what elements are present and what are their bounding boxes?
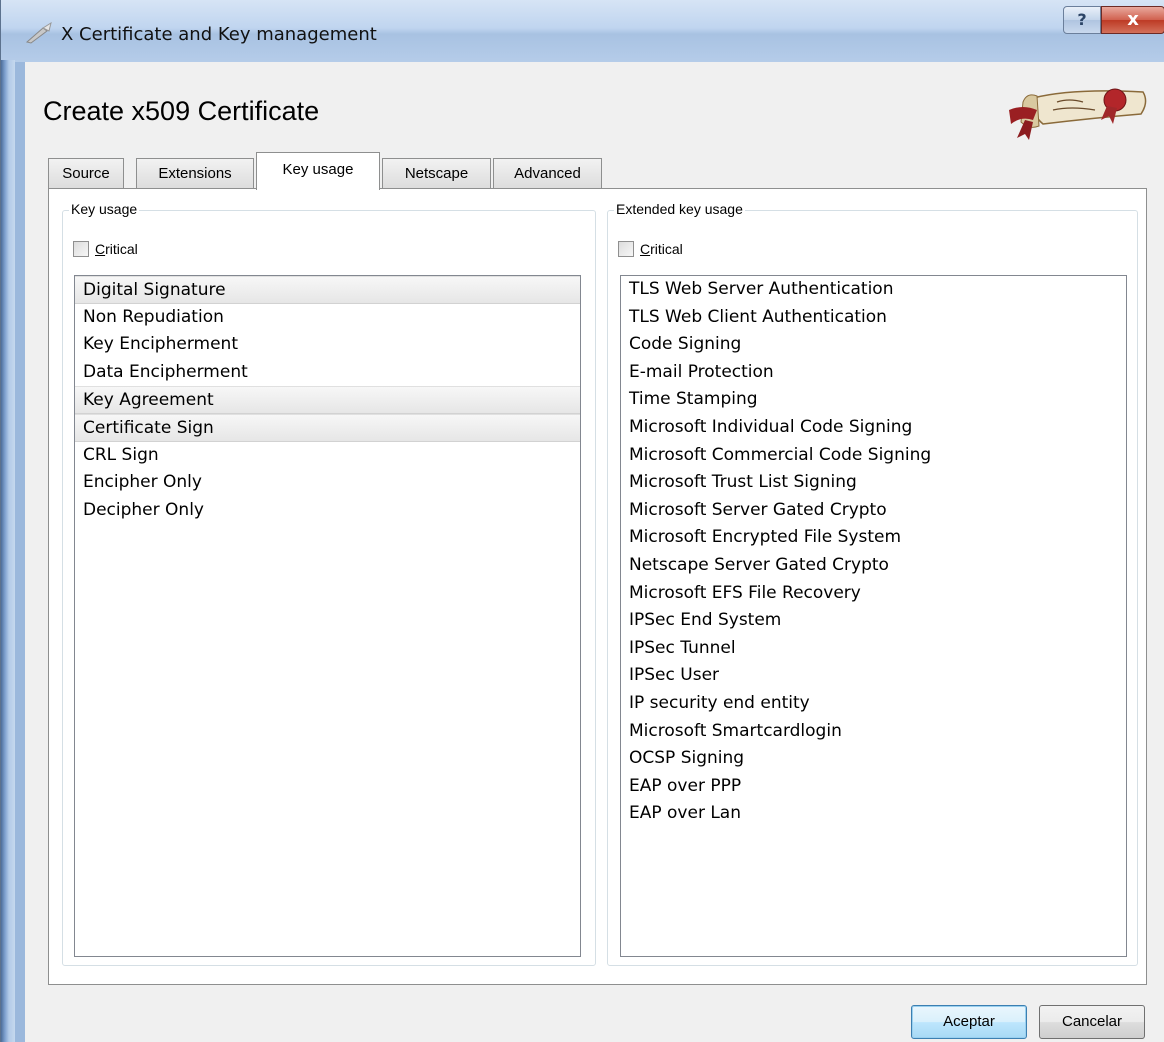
extended-key-usage-critical-label: Critical <box>640 241 683 257</box>
list-item[interactable]: IPSec User <box>621 662 1126 690</box>
list-item[interactable]: TLS Web Server Authentication <box>621 276 1126 304</box>
list-item[interactable]: Microsoft Commercial Code Signing <box>621 442 1126 470</box>
list-item[interactable]: Certificate Sign <box>75 413 580 442</box>
accept-button[interactable]: Aceptar <box>911 1005 1027 1039</box>
cancel-button[interactable]: Cancelar <box>1039 1005 1145 1039</box>
tab-key-usage[interactable]: Key usage <box>256 152 380 190</box>
pen-icon <box>25 22 52 44</box>
list-item[interactable]: Key Agreement <box>75 386 580 414</box>
list-item[interactable]: Microsoft Individual Code Signing <box>621 414 1126 442</box>
extended-key-usage-list[interactable]: TLS Web Server Authentication TLS Web Cli… <box>620 275 1127 957</box>
checkbox-icon[interactable] <box>73 241 89 257</box>
list-item[interactable]: EAP over Lan <box>621 800 1126 828</box>
list-item[interactable]: E-mail Protection <box>621 359 1126 387</box>
certificate-seal-logo <box>1009 88 1147 140</box>
window-title: X Certificate and Key management <box>61 24 377 45</box>
list-item[interactable]: Microsoft Encrypted File System <box>621 524 1126 552</box>
list-item[interactable]: Time Stamping <box>621 386 1126 414</box>
list-item[interactable]: Digital Signature <box>75 276 580 304</box>
list-item[interactable]: Encipher Only <box>75 469 580 497</box>
help-button[interactable]: ? <box>1063 6 1101 34</box>
close-button[interactable]: x <box>1101 6 1164 34</box>
list-item[interactable]: EAP over PPP <box>621 773 1126 801</box>
list-item[interactable]: Netscape Server Gated Crypto <box>621 552 1126 580</box>
key-usage-list[interactable]: Digital Signature Non Repudiation Key Enci… <box>74 275 581 957</box>
list-item[interactable]: CRL Sign <box>75 442 580 470</box>
list-item[interactable]: IPSec End System <box>621 607 1126 635</box>
list-item[interactable]: Microsoft Smartcardlogin <box>621 718 1126 746</box>
list-item[interactable]: Microsoft Server Gated Crypto <box>621 497 1126 525</box>
key-usage-group-title: Key usage <box>69 201 140 217</box>
extended-key-usage-group: Extended key usage Critical TLS Web Serv… <box>607 201 1138 966</box>
dialog-window: X Certificate and Key management ? x Cre… <box>0 0 1164 1042</box>
list-item[interactable]: IP security end entity <box>621 690 1126 718</box>
tab-advanced[interactable]: Advanced <box>493 158 602 189</box>
window-border <box>1 60 15 1042</box>
list-item[interactable]: Non Repudiation <box>75 304 580 332</box>
list-item[interactable]: Microsoft EFS File Recovery <box>621 580 1126 608</box>
list-item[interactable]: Code Signing <box>621 331 1126 359</box>
extended-key-usage-critical-checkbox[interactable]: Critical <box>618 241 683 257</box>
list-item[interactable]: OCSP Signing <box>621 745 1126 773</box>
list-item[interactable]: Microsoft Trust List Signing <box>621 469 1126 497</box>
list-item[interactable]: IPSec Tunnel <box>621 635 1126 663</box>
title-bar: X Certificate and Key management ? x <box>1 0 1164 62</box>
tab-extensions[interactable]: Extensions <box>136 158 254 189</box>
key-usage-group: Key usage Critical Digital Signature Non … <box>62 201 596 966</box>
list-item[interactable]: Key Encipherment <box>75 331 580 359</box>
key-usage-critical-label: Critical <box>95 241 138 257</box>
checkbox-icon[interactable] <box>618 241 634 257</box>
list-item[interactable]: TLS Web Client Authentication <box>621 304 1126 332</box>
tab-source[interactable]: Source <box>48 158 124 189</box>
key-usage-tab-page: Key usage Critical Digital Signature Non … <box>48 188 1147 985</box>
list-item[interactable]: Data Encipherment <box>75 359 580 387</box>
tab-netscape[interactable]: Netscape <box>382 158 491 189</box>
extended-key-usage-group-title: Extended key usage <box>614 201 745 217</box>
key-usage-critical-checkbox[interactable]: Critical <box>73 241 138 257</box>
dialog-client-area: Create x509 Certificate Source Extension… <box>25 62 1164 1042</box>
page-title: Create x509 Certificate <box>43 96 320 126</box>
list-item[interactable]: Decipher Only <box>75 497 580 525</box>
